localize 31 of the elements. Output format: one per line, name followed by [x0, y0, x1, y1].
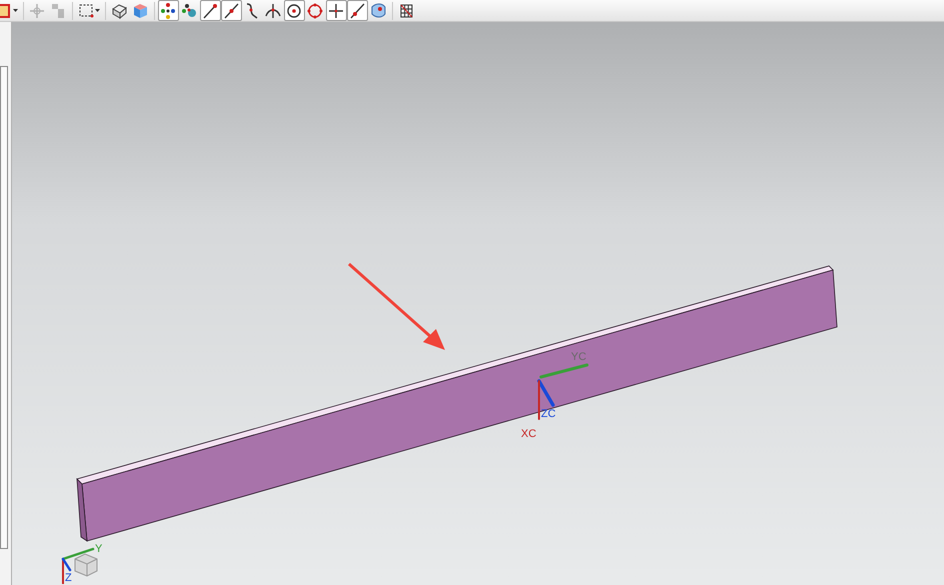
line-mid-point-button[interactable] — [221, 0, 242, 21]
intersection-icon — [265, 2, 281, 20]
axis-label: Z — [65, 572, 72, 584]
caret-icon — [13, 8, 18, 12]
line-end-point-button[interactable] — [200, 0, 221, 21]
axis-label: Y — [95, 543, 102, 555]
axis-label: ZC — [541, 408, 556, 420]
stack-icon — [50, 2, 66, 20]
face-point-icon — [370, 2, 386, 20]
line-mid-point-icon — [223, 2, 239, 20]
frame-icon — [0, 2, 12, 20]
cross-point-icon — [328, 2, 344, 20]
selection-box-icon — [78, 2, 94, 20]
move-icon — [29, 2, 45, 20]
circle-quadrant-icon — [307, 2, 323, 20]
cross-point-button[interactable] — [326, 0, 347, 21]
snap-points-icon — [160, 2, 176, 20]
axis-label: YC — [571, 351, 586, 363]
grid-icon — [398, 2, 414, 20]
snap-points-button[interactable] — [158, 0, 179, 21]
snap-settings-icon — [181, 2, 197, 20]
caret-icon — [95, 8, 100, 12]
axis-label: XC — [521, 428, 536, 440]
point-on-line-button[interactable] — [347, 0, 368, 21]
line-end-point-icon — [202, 2, 218, 20]
point-on-line-icon — [349, 2, 365, 20]
cube-icon — [132, 2, 148, 20]
view-cube-icon — [62, 553, 98, 584]
curve-icon — [244, 2, 260, 20]
circle-center-icon — [286, 2, 302, 20]
circle-center-button[interactable] — [284, 0, 305, 21]
